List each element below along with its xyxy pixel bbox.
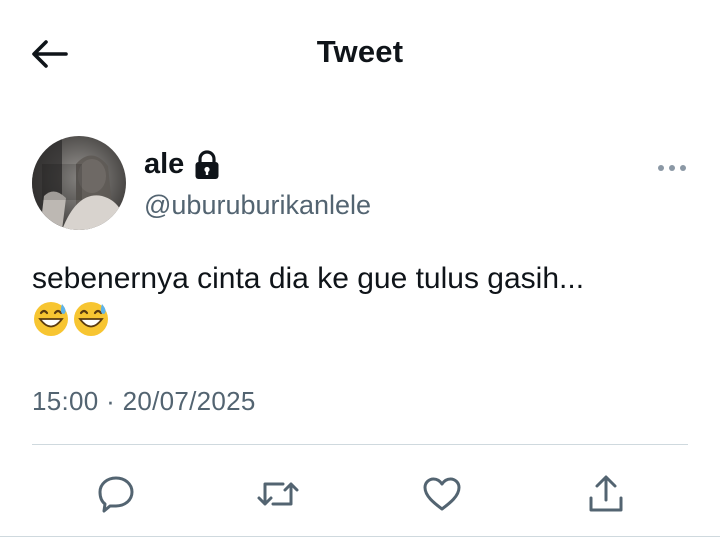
- grinning-face-with-sweat-emoji: [34, 302, 68, 336]
- more-horizontal-icon: [658, 165, 686, 171]
- more-options-button[interactable]: [652, 156, 692, 180]
- emoji-row: [32, 300, 682, 338]
- tweet-author: ale @uburuburikanlele: [32, 136, 692, 236]
- bottom-divider: [0, 536, 720, 537]
- retweet-icon: [257, 482, 299, 506]
- retweet-button[interactable]: [250, 466, 306, 522]
- avatar-photo: [32, 136, 126, 230]
- author-name[interactable]: ale: [144, 148, 184, 181]
- share-button[interactable]: [578, 466, 634, 522]
- reply-button[interactable]: [88, 466, 144, 522]
- tweet-body: sebenernya cinta dia ke gue tulus gasih.…: [32, 262, 585, 295]
- reply-icon: [98, 476, 134, 513]
- tweet-actions: [0, 466, 720, 522]
- author-handle[interactable]: @uburuburikanlele: [144, 190, 371, 221]
- tweet-text: sebenernya cinta dia ke gue tulus gasih.…: [32, 258, 682, 338]
- share-icon: [589, 475, 623, 512]
- heart-icon: [423, 477, 461, 511]
- avatar[interactable]: [32, 136, 126, 230]
- tweet-header: Tweet: [0, 0, 720, 108]
- tweet-timestamp[interactable]: 15:00 · 20/07/2025: [32, 386, 256, 417]
- like-button[interactable]: [414, 466, 470, 522]
- lock-icon: [194, 149, 222, 180]
- grinning-face-with-sweat-emoji: [74, 302, 108, 336]
- divider: [32, 444, 688, 445]
- page-title: Tweet: [316, 34, 404, 69]
